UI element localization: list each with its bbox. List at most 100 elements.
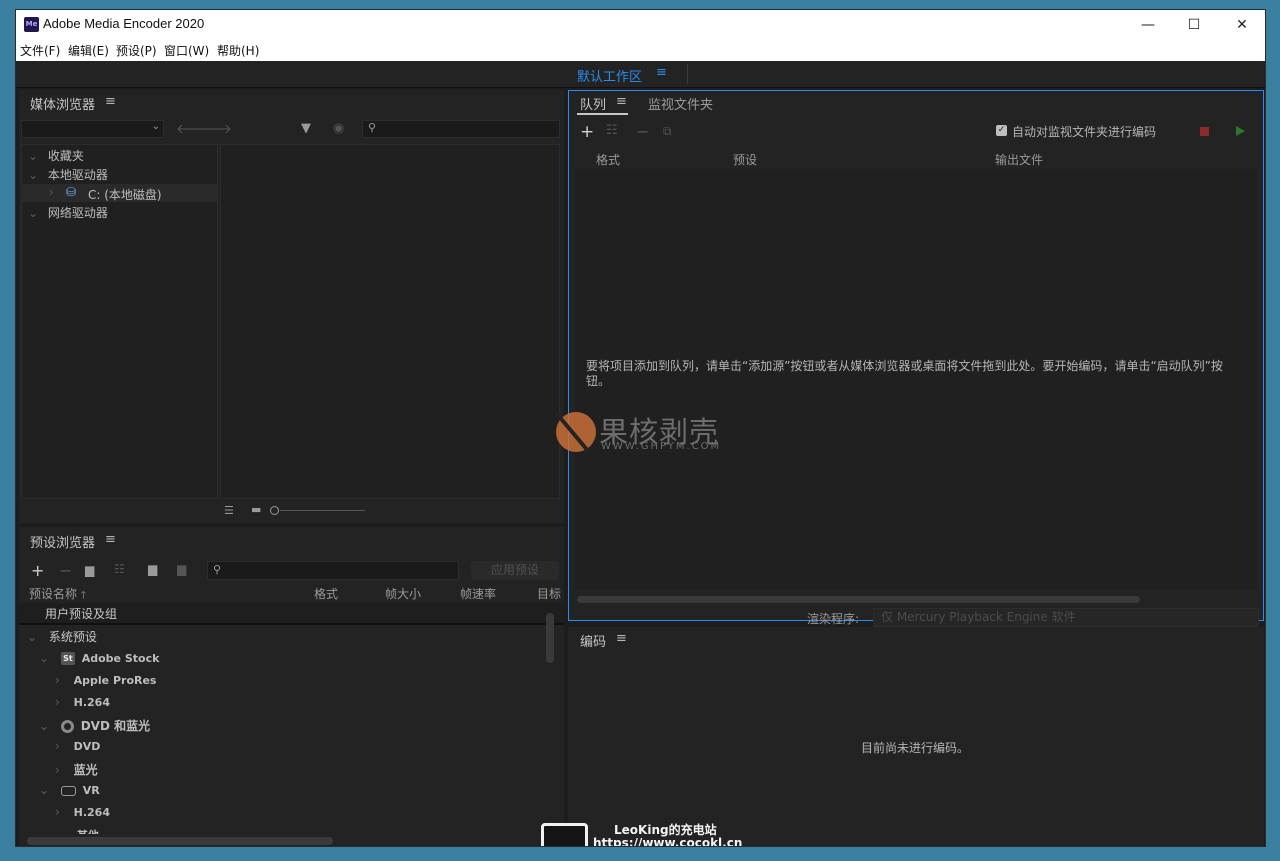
workspace-tab-default[interactable]: 默认工作区: [577, 66, 642, 85]
close-button[interactable]: ✕: [1219, 10, 1265, 41]
start-queue-button[interactable]: [1236, 126, 1245, 136]
preset-item-h264-stock[interactable]: › H.264: [55, 695, 110, 709]
location-dropdown[interactable]: ⌄: [21, 120, 164, 138]
workspace-menu-icon[interactable]: ≡: [656, 65, 667, 80]
auto-encode-checkbox[interactable]: ✓: [996, 125, 1007, 136]
import-preset-icon[interactable]: ▆: [148, 562, 157, 576]
preset-group-dvd-bluray[interactable]: ⌄ DVD 和蓝光: [39, 717, 150, 734]
preset-group-other[interactable]: ⌄ 其他: [39, 827, 99, 834]
battery-icon: [541, 823, 588, 846]
vr-label: VR: [82, 784, 100, 797]
zoom-slider-handle[interactable]: [270, 506, 279, 515]
preset-group-vr[interactable]: ⌄ VR: [39, 783, 100, 797]
preset-browser-menu-icon[interactable]: ≡: [105, 532, 116, 547]
stock-icon: St: [60, 652, 75, 665]
queue-horizontal-scrollbar[interactable]: [577, 596, 1140, 603]
system-presets-row[interactable]: ⌄ 系统预设: [27, 628, 97, 645]
media-search-input[interactable]: ⚲: [362, 120, 560, 138]
add-preset-icon[interactable]: +: [31, 561, 44, 580]
chevron-down-icon: ⌄: [28, 206, 42, 220]
preset-item-dvd[interactable]: › DVD: [55, 739, 100, 753]
preset-group-adobe-stock[interactable]: ⌄ St Adobe Stock: [39, 651, 159, 665]
encoding-title[interactable]: 编码: [580, 631, 606, 650]
add-source-icon[interactable]: +: [580, 122, 594, 142]
preset-browser-panel: 预设浏览器 ≡ + − ▆ ☷ ▆ ▆ ⚲ 应用预设 预设名称 🡑 格式 帧大小…: [19, 527, 564, 846]
duplicate-icon[interactable]: ⧉: [663, 124, 672, 139]
forward-arrow-icon[interactable]: 🡒: [197, 121, 232, 137]
drive-icon: ⛁: [66, 185, 77, 199]
encoding-status: 目前尚未进行编码。: [861, 741, 970, 755]
dvd-bluray-label: DVD 和蓝光: [80, 719, 151, 733]
queue-column-format[interactable]: 格式: [596, 151, 620, 168]
encoding-menu-icon[interactable]: ≡: [616, 631, 627, 646]
maximize-button[interactable]: ☐: [1171, 10, 1217, 41]
column-frame-rate[interactable]: 帧速率: [460, 585, 496, 602]
preset-settings-icon[interactable]: ☷: [114, 562, 125, 576]
h264-vr-label: H.264: [73, 806, 110, 819]
system-presets-label: 系统预设: [48, 630, 97, 644]
zoom-slider-track[interactable]: [280, 510, 365, 511]
queue-column-preset[interactable]: 预设: [733, 151, 757, 168]
menu-edit[interactable]: 编辑(E): [68, 42, 109, 59]
watermark-url: WWW.GHPYM.COM: [601, 441, 722, 452]
stop-queue-button[interactable]: [1200, 127, 1209, 136]
tree-network-drives[interactable]: ⌄ 网络驱动器: [28, 204, 108, 221]
media-browser-title[interactable]: 媒体浏览器: [30, 94, 95, 113]
search-icon: ⚲: [213, 563, 222, 576]
app-icon: Me: [24, 17, 39, 32]
tree-local-drives[interactable]: ⌄ 本地驱动器: [28, 166, 108, 183]
menu-window[interactable]: 窗口(W): [164, 42, 209, 59]
preset-browser-title[interactable]: 预设浏览器: [30, 532, 95, 551]
tab-watch-folders[interactable]: 监视文件夹: [648, 94, 713, 113]
chevron-right-icon: ›: [49, 185, 54, 199]
chevron-down-icon: ⌄: [28, 149, 42, 163]
minimize-button[interactable]: —: [1125, 10, 1171, 41]
queue-menu-icon[interactable]: ≡: [616, 94, 627, 109]
tree-c-drive[interactable]: › ⛁ C: (本地磁盘): [22, 184, 217, 202]
media-browser-menu-icon[interactable]: ≡: [105, 94, 116, 109]
other-label: 其他: [77, 829, 99, 834]
filter-icon[interactable]: ▼: [301, 121, 311, 136]
sort-up-icon: 🡑: [80, 590, 87, 601]
preset-item-bluray[interactable]: › 蓝光: [55, 761, 98, 778]
renderer-dropdown[interactable]: 仅 Mercury Playback Engine 软件: [873, 608, 1259, 627]
media-content-area[interactable]: [220, 144, 560, 499]
chevron-down-icon: ⌄: [39, 719, 50, 733]
remove-icon[interactable]: −: [636, 122, 649, 141]
column-format[interactable]: 格式: [314, 585, 338, 602]
column-target[interactable]: 目标: [537, 585, 561, 602]
chevron-down-icon: ⌄: [39, 783, 50, 797]
chevron-right-icon: ›: [55, 805, 60, 819]
tab-queue[interactable]: 队列: [580, 94, 606, 113]
chevron-down-icon: ⌄: [28, 168, 42, 182]
preset-vertical-scrollbar[interactable]: [546, 613, 554, 663]
list-view-icon[interactable]: ☰: [224, 504, 234, 517]
menu-preset[interactable]: 预设(P): [116, 42, 157, 59]
preset-item-h264-vr[interactable]: › H.264: [55, 805, 110, 819]
column-frame-size[interactable]: 帧大小: [385, 585, 421, 602]
queue-settings-icon[interactable]: ☷: [606, 123, 618, 138]
column-preset-name[interactable]: 预设名称 🡑: [29, 585, 86, 605]
vr-headset-icon: [60, 785, 76, 796]
thumbnail-view-icon[interactable]: ▬: [251, 503, 261, 516]
user-presets-row[interactable]: 用户预设及组: [19, 603, 564, 625]
new-group-icon[interactable]: ▆: [85, 563, 94, 577]
queue-drop-area[interactable]: 要将项目添加到队列，请单击“添加源”按钮或者从媒体浏览器或桌面将文件拖到此处。要…: [575, 169, 1257, 590]
apply-preset-button[interactable]: 应用预设: [471, 561, 559, 580]
preset-horizontal-scrollbar[interactable]: [27, 837, 333, 845]
preset-search-input[interactable]: ⚲: [207, 561, 459, 580]
export-preset-icon[interactable]: ▆: [177, 562, 186, 576]
footer-site-url: https://www.cocokl.cn: [593, 836, 743, 847]
tree-favorites[interactable]: ⌄ 收藏夹: [28, 147, 84, 164]
menu-file[interactable]: 文件(F): [20, 42, 60, 59]
encoding-panel: 编码 ≡ 目前尚未进行编码。: [568, 627, 1264, 846]
queue-column-output[interactable]: 输出文件: [995, 151, 1043, 168]
menu-help[interactable]: 帮助(H): [217, 42, 259, 59]
chevron-right-icon: ›: [55, 763, 60, 777]
chevron-right-icon: ›: [55, 673, 60, 687]
remove-preset-icon[interactable]: −: [59, 561, 72, 580]
view-eye-icon[interactable]: ◉: [333, 121, 344, 136]
menu-bar: 文件(F) 编辑(E) 预设(P) 窗口(W) 帮助(H): [16, 41, 1265, 61]
app-window: Me Adobe Media Encoder 2020 — ☐ ✕ 文件(F) …: [15, 9, 1266, 847]
preset-item-apple-prores[interactable]: › Apple ProRes: [55, 673, 156, 687]
